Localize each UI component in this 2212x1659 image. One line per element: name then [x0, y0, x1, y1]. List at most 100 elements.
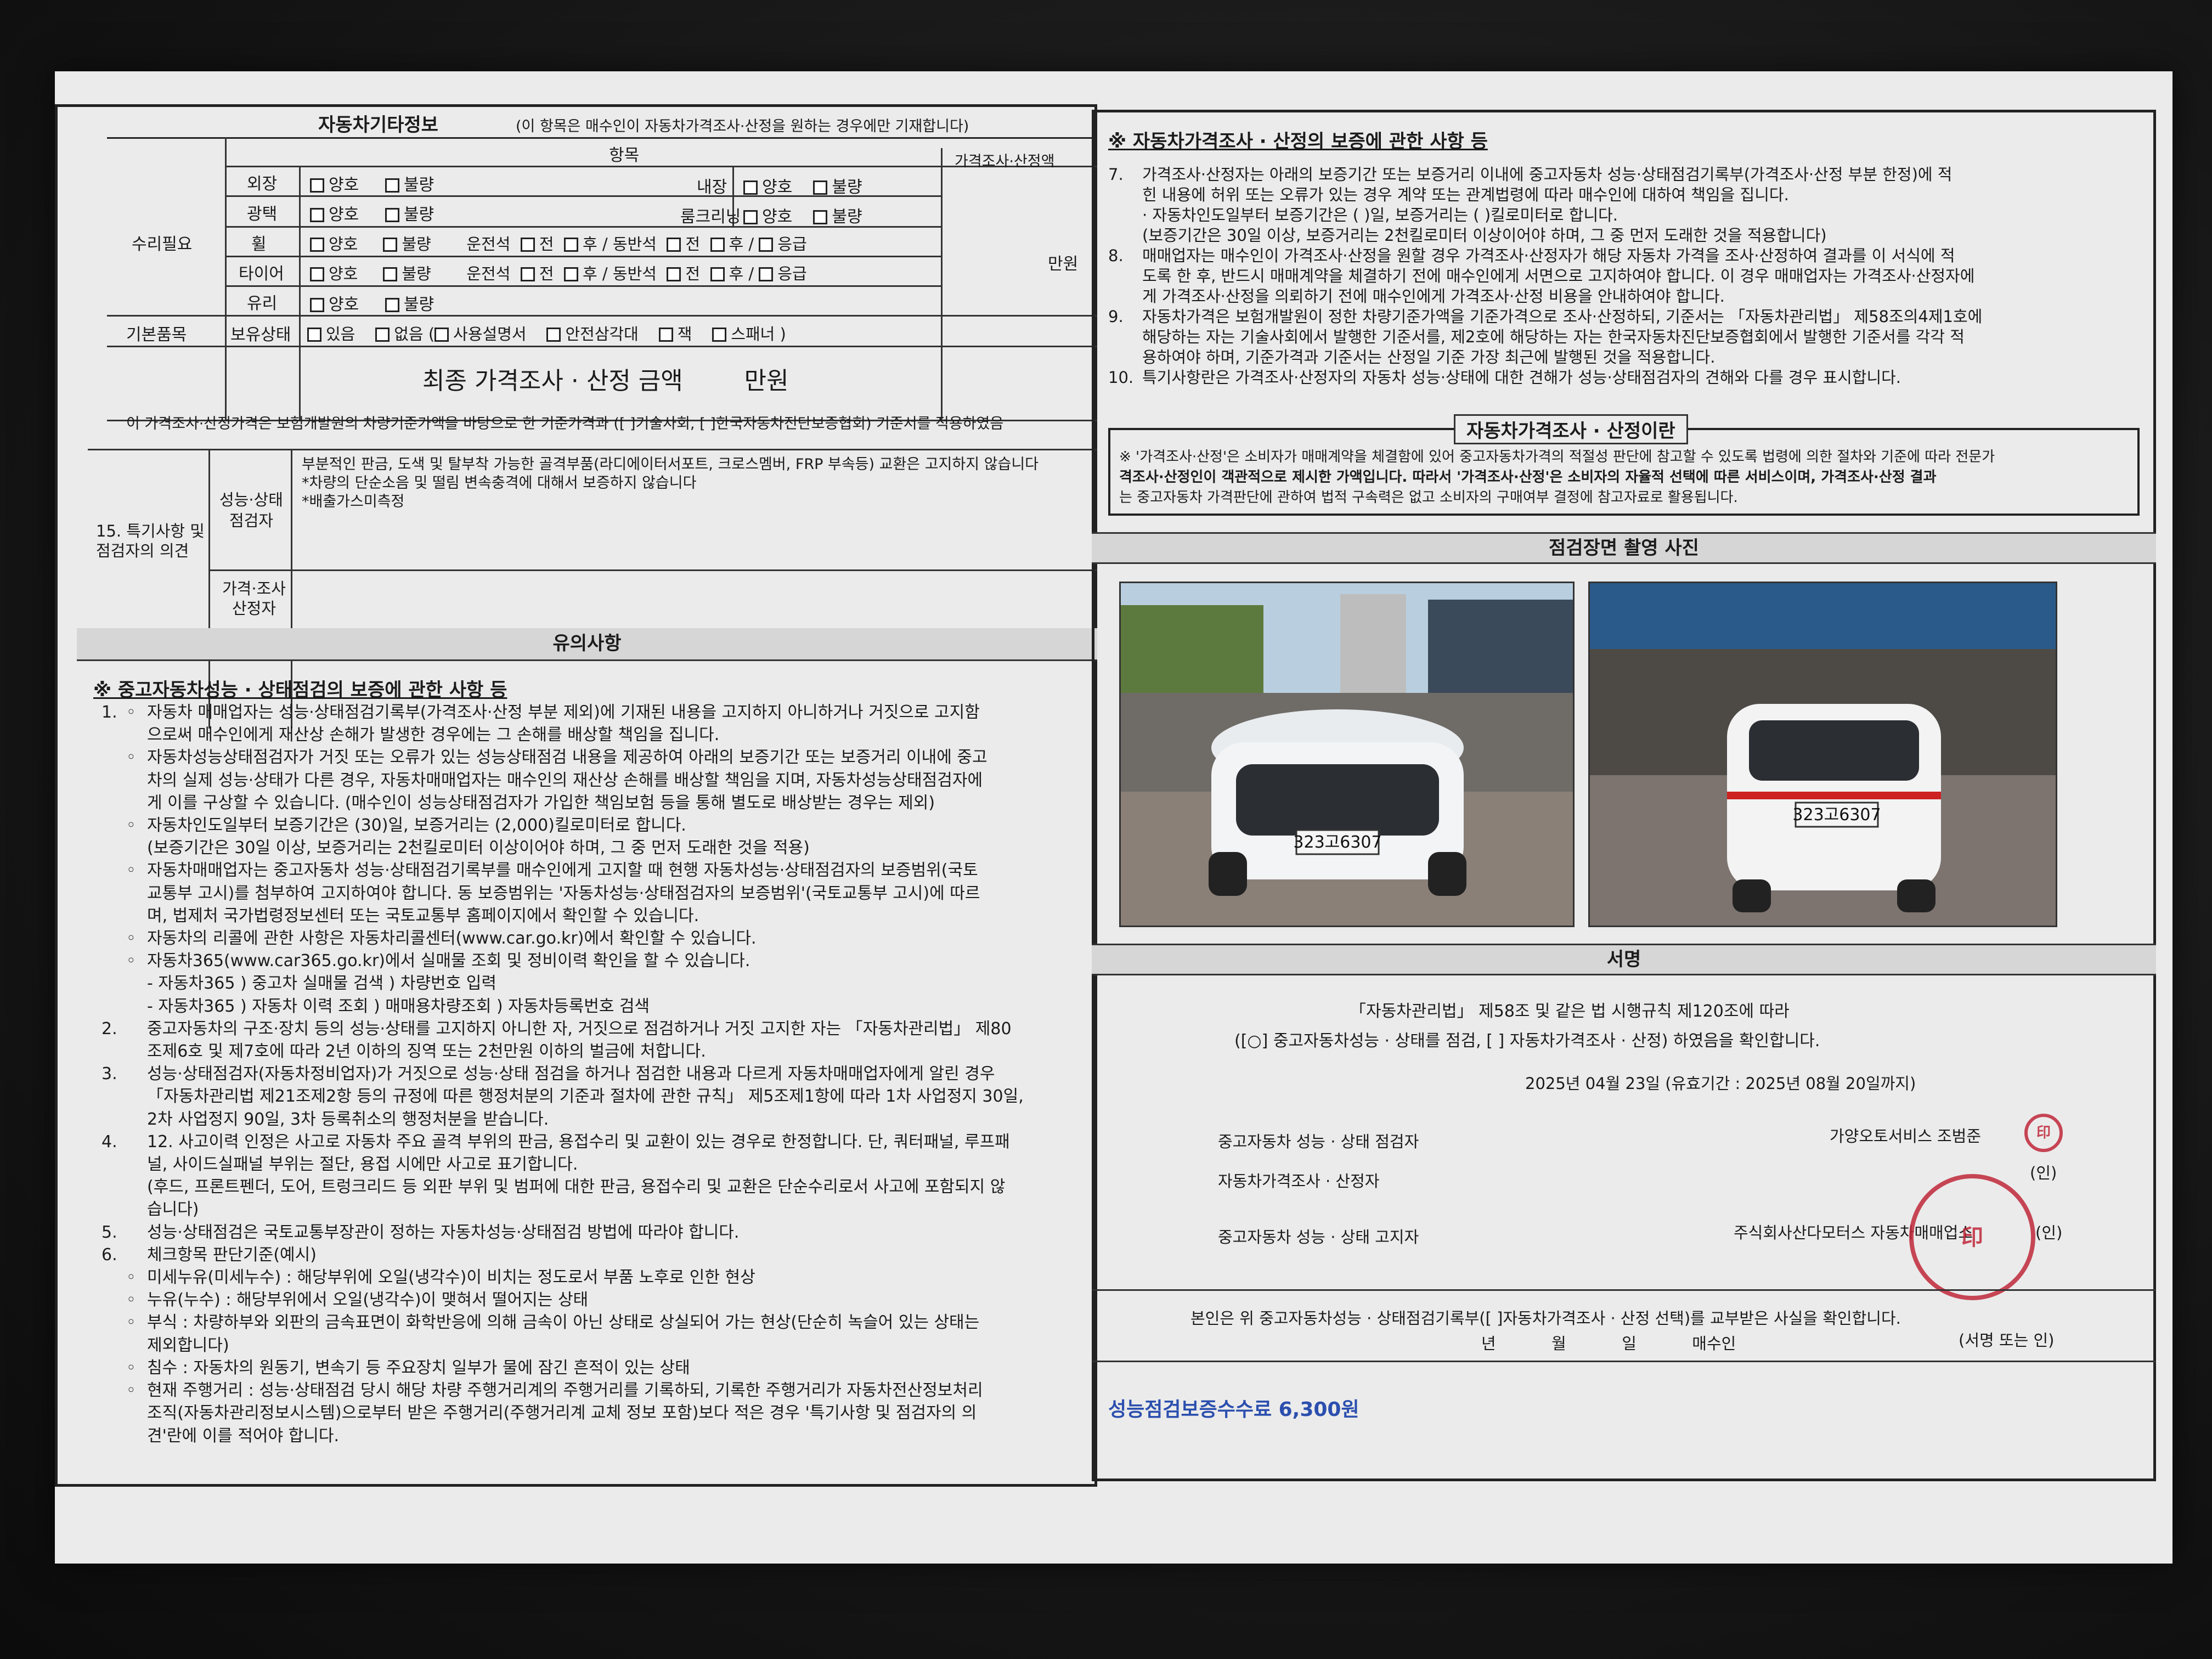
gloss-bad-checkbox[interactable] [385, 208, 399, 222]
notice-line: 제외합니다) [101, 1334, 1024, 1357]
price-warranty-line: (보증기간은 30일 이상, 보증거리는 2천킬로미터 이상이어야 하며, 그 … [1108, 225, 1982, 246]
wheel-spare-checkbox[interactable] [759, 238, 774, 252]
col-item: 항목 [609, 146, 640, 165]
manual-checkbox[interactable] [435, 328, 449, 342]
wheel-good-checkbox[interactable] [310, 238, 324, 252]
wheel-driver-rear-checkbox[interactable] [563, 238, 578, 252]
notice-text: 차의 실제 성능·상태가 다른 경우, 자동차매매업자는 매수인의 재산상 손해… [147, 770, 983, 790]
dealer-seal-stamp: 印 [1909, 1174, 2035, 1300]
notice-text: 중고자동차의 구조·장치 등의 성능·상태를 고지하지 아니한 자, 거짓으로 … [147, 1019, 1012, 1039]
price-unit: 만원 [1048, 255, 1079, 274]
row-glass: 유리 [247, 294, 278, 313]
glass-bad-checkbox[interactable] [385, 298, 399, 312]
wheel-bad-checkbox[interactable] [383, 238, 398, 252]
tire-bad-checkbox[interactable] [383, 267, 398, 281]
wheel-passenger-front-checkbox[interactable] [667, 238, 681, 252]
notice-text: 체크항목 판단기준(예시) [147, 1245, 317, 1265]
receipt-sign: (서명 또는 인) [1959, 1331, 2055, 1350]
notice-text: 조제6호 및 제7호에 따라 2년 이하의 징역 또는 2천만원 이하의 벌금에… [147, 1042, 706, 1062]
price-warranty-line: 힌 내용에 허위 또는 오류가 있는 경우 계약 또는 관계법령에 따라 매수인… [1108, 185, 1982, 205]
signature-title: 서명 [1092, 945, 2156, 975]
tire-spare-checkbox[interactable] [759, 267, 774, 281]
photo-title: 점검장면 촬영 사진 [1092, 534, 2156, 564]
interior-good-checkbox[interactable] [743, 180, 758, 195]
exterior-bad-checkbox[interactable] [385, 178, 399, 193]
price-warranty-line: · 자동차인도일부터 보증기간은 ( )일, 보증거리는 ( )킬로미터로 합니… [1108, 205, 1982, 225]
notice-number: 1. [101, 703, 117, 722]
notice-line: 게 이를 구상할 수 있습니다. (매수인이 성능상태점검자가 가입한 책임보험… [101, 792, 1024, 814]
exterior-good-checkbox[interactable] [310, 178, 324, 193]
wheel-driver-front-checkbox[interactable] [520, 238, 535, 252]
price-warranty-number: 10. [1108, 368, 1134, 387]
receipt-buyer: 매수인 [1692, 1334, 1736, 1353]
interior-bad-checkbox[interactable] [813, 180, 828, 195]
fee-text: 성능점검보증수수료 6,300원 [1108, 1398, 1359, 1421]
wheel-passenger-rear-checkbox[interactable] [710, 238, 725, 252]
price-warranty-text: · 자동차인도일부터 보증기간은 ( )일, 보증거리는 ( )킬로미터로 합니… [1142, 206, 1618, 224]
glass-options: 양호 불량 [310, 291, 434, 315]
price-warranty-body: 7. 가격조사·산정자는 아래의 보증기간 또는 보증거리 이내에 중고자동차 성… [1108, 165, 1982, 388]
perf-note-1: 부분적인 판금, 도색 및 탈부착 가능한 골격부품(라디에이터서포트, 크로스… [302, 456, 1039, 473]
price-warranty-number: 7. [1108, 165, 1124, 184]
notice-line: 며, 법제처 국가법령정보센터 또는 국토교통부 홈페이지에서 확인할 수 있습… [101, 905, 1024, 927]
price-warranty-line: 해당하는 자는 기술사회에서 발행한 기준서를, 제2호에 해당하는 자는 한국… [1108, 327, 1982, 347]
tire-passenger-rear-checkbox[interactable] [710, 267, 725, 281]
notice-line: ◦ 현재 주행거리 : 성능·상태점검 당시 해당 차량 주행거리계의 주행거리를… [101, 1379, 1024, 1402]
notice-text: 「자동차관리법 제21조제2항 등의 규정에 따른 행정처분의 기준과 절차에 … [147, 1087, 1024, 1107]
price-warranty-line: 9. 자동차가격은 보험개발원이 정한 차량기준가액을 기준가격으로 조사·산정하… [1108, 307, 1982, 327]
glass-good-checkbox[interactable] [310, 298, 324, 312]
inspector-label: 중고자동차 성능 · 상태 점검자 [1218, 1132, 1419, 1151]
room-cleaning-good-checkbox[interactable] [743, 210, 758, 224]
notice-line: - 자동차365 ) 중고차 실매물 검색 ) 차량번호 입력 [101, 972, 1024, 995]
tire-driver-rear-checkbox[interactable] [563, 267, 578, 281]
gloss-options: 양호 불량 [310, 201, 434, 225]
warranty-heading: ※ 중고자동차성능 · 상태점검의 보증에 관한 사항 등 [93, 679, 507, 701]
triangle-checkbox[interactable] [546, 328, 561, 342]
notice-line: ◦ 부식 : 차량하부와 외판의 금속표면이 화학반응에 의해 금속이 아닌 상태… [101, 1311, 1024, 1334]
jack-checkbox[interactable] [658, 328, 673, 342]
notice-text: 교통부 고시)를 첨부하여 고지하여야 합니다. 동 보증범위는 '자동차성능·… [147, 883, 980, 903]
spanner-checkbox[interactable] [712, 328, 727, 342]
rear-car-photo: 323고6307 [1588, 582, 2057, 927]
notice-text: 부식 : 차량하부와 외판의 금속표면이 화학반응에 의해 금속이 아닌 상태로… [147, 1313, 980, 1333]
tire-driver-front-checkbox[interactable] [520, 267, 535, 281]
row-tire: 타이어 [239, 264, 284, 284]
notice-text: 널, 사이드실패널 부위는 절단, 용접 시에만 사고로 표기합니다. [147, 1155, 578, 1175]
notice-text: 12. 사고이력 인정은 사고로 자동차 주요 골격 부위의 판금, 용접수리 … [147, 1132, 1010, 1152]
notice-line: 견'란에 이를 적어야 합니다. [101, 1425, 1024, 1447]
price-warranty-text: 용하여야 하며, 기준가격과 기준서는 산정일 기준 가장 최근에 발행된 것을… [1142, 348, 1716, 366]
notice-line: 교통부 고시)를 첨부하여 고지하여야 합니다. 동 보증범위는 '자동차성능·… [101, 882, 1024, 905]
front-plate: 323고6307 [1293, 833, 1381, 852]
price-assessor-seal: (인) [2030, 1164, 2057, 1182]
other-info-title: 자동차기타정보 [318, 114, 438, 136]
tire-passenger-front-checkbox[interactable] [667, 267, 681, 281]
gloss-good-checkbox[interactable] [310, 208, 324, 222]
notice-line: - 자동차365 ) 자동차 이력 조회 ) 매매용차량조회 ) 자동차등록번호… [101, 995, 1024, 1018]
inspection-document: 자동차기타정보 (이 항목은 매수인이 자동차가격조사·산정을 원하는 경우에만… [55, 71, 2172, 1564]
price-warranty-line: 용하여야 하며, 기준가격과 기준서는 산정일 기준 가장 최근에 발행된 것을… [1108, 347, 1982, 368]
room-cleaning-bad-checkbox[interactable] [813, 210, 828, 224]
price-warranty-text: 게 가격조사·산정을 의뢰하기 전에 매수인에게 가격조사·산정 비용을 안내하… [1142, 287, 1725, 306]
notice-line: 2차 사업정지 90일, 3차 등록취소의 행정처분을 받습니다. [101, 1108, 1024, 1131]
interior-options: 양호 불량 [743, 173, 862, 198]
notice-title: 유의사항 [77, 628, 1097, 661]
notice-bullet: ◦ [126, 1313, 136, 1333]
tire-options: 양호 불량 운전석 전 후 / 동반석 전 후 / 응급 [310, 261, 807, 284]
notice-line: 2. 중고자동차의 구조·장치 등의 성능·상태를 고지하지 아니한 자, 거짓으… [101, 1018, 1024, 1040]
owned-no-checkbox[interactable] [375, 328, 390, 342]
room-cleaning-label: 룸크리닝 [680, 207, 741, 227]
special-notes-label: 15. 특기사항 및 점검자의 의견 [96, 522, 205, 560]
notice-line: ◦ 자동차의 리콜에 관한 사항은 자동차리콜센터(www.car.go.kr)에… [101, 927, 1024, 950]
notice-line: (후드, 프론트펜더, 도어, 트렁크리드 등 외판 부위 및 범퍼에 대한 판… [101, 1176, 1024, 1198]
notice-bullet: ◦ [126, 703, 136, 722]
notice-text: 자동차성능상태점검자가 거짓 또는 오류가 있는 성능상태점검 내용을 제공하여… [147, 748, 988, 768]
wheel-options: 양호 불량 운전석 전 후 / 동반석 전 후 / 응급 [310, 232, 807, 255]
price-definition-text: ※ '가격조사·산정'은 소비자가 매매계약을 체결함에 있어 중고자동차가격의… [1119, 449, 1995, 506]
repair-label: 수리필요 [132, 235, 193, 254]
tire-good-checkbox[interactable] [310, 267, 324, 281]
price-warranty-line: 7. 가격조사·산정자는 아래의 보증기간 또는 보증거리 이내에 중고자동차 성… [1108, 165, 1982, 185]
price-warranty-text: (보증기간은 30일 이상, 보증거리는 2천킬로미터 이상이어야 하며, 그 … [1142, 226, 1827, 245]
owned-yes-checkbox[interactable] [307, 328, 321, 342]
price-warranty-text: 가격조사·산정자는 아래의 보증기간 또는 보증거리 이내에 중고자동차 성능·… [1142, 165, 1953, 184]
notice-text: 자동차 매매업자는 성능·상태점검기록부(가격조사·산정 부분 제외)에 기재된… [147, 703, 980, 722]
